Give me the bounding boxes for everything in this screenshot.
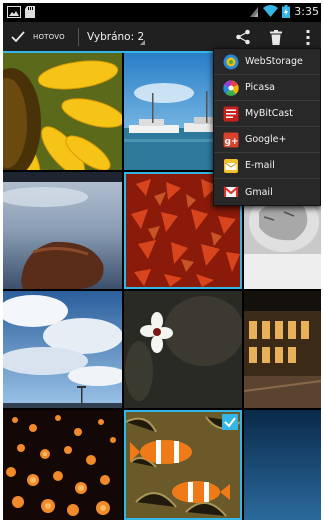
share-icon bbox=[236, 29, 250, 45]
sd-card-icon bbox=[25, 6, 35, 18]
menu-item-gmail[interactable]: Gmail bbox=[214, 179, 320, 205]
battery-icon bbox=[282, 5, 291, 18]
selected-check-icon bbox=[222, 414, 238, 430]
thumbnail-sunflower[interactable] bbox=[3, 53, 122, 170]
gmail-icon bbox=[223, 186, 239, 197]
dropdown-indicator-icon bbox=[140, 40, 145, 45]
lanterns-image bbox=[3, 410, 122, 520]
thumbnail-lanterns[interactable] bbox=[3, 410, 122, 520]
done-label: HOTOVO bbox=[33, 32, 65, 41]
delete-button[interactable] bbox=[266, 27, 286, 47]
checkmark-icon bbox=[11, 30, 25, 42]
menu-item-webstorage[interactable]: WebStorage bbox=[214, 49, 320, 75]
google-plus-icon: g+ bbox=[223, 132, 239, 147]
thumbnail-ocean-rock[interactable] bbox=[3, 172, 122, 289]
overflow-menu-button[interactable] bbox=[298, 27, 318, 47]
ocean-rock-image bbox=[3, 172, 122, 289]
svg-text:g+: g+ bbox=[225, 137, 239, 147]
done-button[interactable]: HOTOVO bbox=[3, 22, 65, 51]
delete-icon bbox=[270, 29, 282, 45]
sunflower-image bbox=[3, 53, 122, 170]
picasa-icon bbox=[223, 79, 239, 96]
signal-icon bbox=[250, 7, 259, 17]
thumbnail-white-flower[interactable] bbox=[124, 291, 242, 408]
cloudy-sky-image bbox=[3, 291, 122, 408]
thumbnail-night-building[interactable] bbox=[244, 291, 321, 408]
thumbnail-clownfish[interactable] bbox=[124, 410, 242, 520]
night-building-image bbox=[244, 291, 321, 408]
image-notification-icon bbox=[7, 6, 21, 18]
menu-item-google-plus[interactable]: g+ Google+ bbox=[214, 127, 320, 153]
mybitcast-icon bbox=[223, 106, 239, 121]
status-bar: 3:35 bbox=[3, 3, 321, 22]
clock: 3:35 bbox=[294, 5, 319, 18]
selection-dropdown[interactable]: Vybráno: 2 bbox=[87, 22, 144, 51]
thumbnail-cloudy-sky[interactable] bbox=[3, 291, 122, 408]
overflow-menu-icon bbox=[306, 29, 310, 45]
selected-count-label: Vybráno: 2 bbox=[87, 30, 145, 43]
menu-item-mybitcast[interactable]: MyBitCast bbox=[214, 101, 320, 127]
share-button[interactable] bbox=[233, 27, 253, 47]
thumbnail-blue-water[interactable] bbox=[244, 410, 321, 520]
action-bar-divider bbox=[78, 28, 79, 46]
wifi-icon bbox=[263, 5, 279, 17]
screen: 3:35 HOTOVO Vybráno: 2 WebStorage Picasa… bbox=[3, 3, 321, 520]
menu-item-picasa[interactable]: Picasa bbox=[214, 75, 320, 101]
email-icon bbox=[224, 158, 238, 173]
webstorage-icon bbox=[223, 54, 239, 69]
menu-item-email[interactable]: E-mail bbox=[214, 153, 320, 179]
blue-water-image bbox=[244, 410, 321, 520]
share-menu: WebStorage Picasa MyBitCast g+ Google+ E… bbox=[213, 48, 321, 206]
white-flower-image bbox=[124, 291, 242, 408]
